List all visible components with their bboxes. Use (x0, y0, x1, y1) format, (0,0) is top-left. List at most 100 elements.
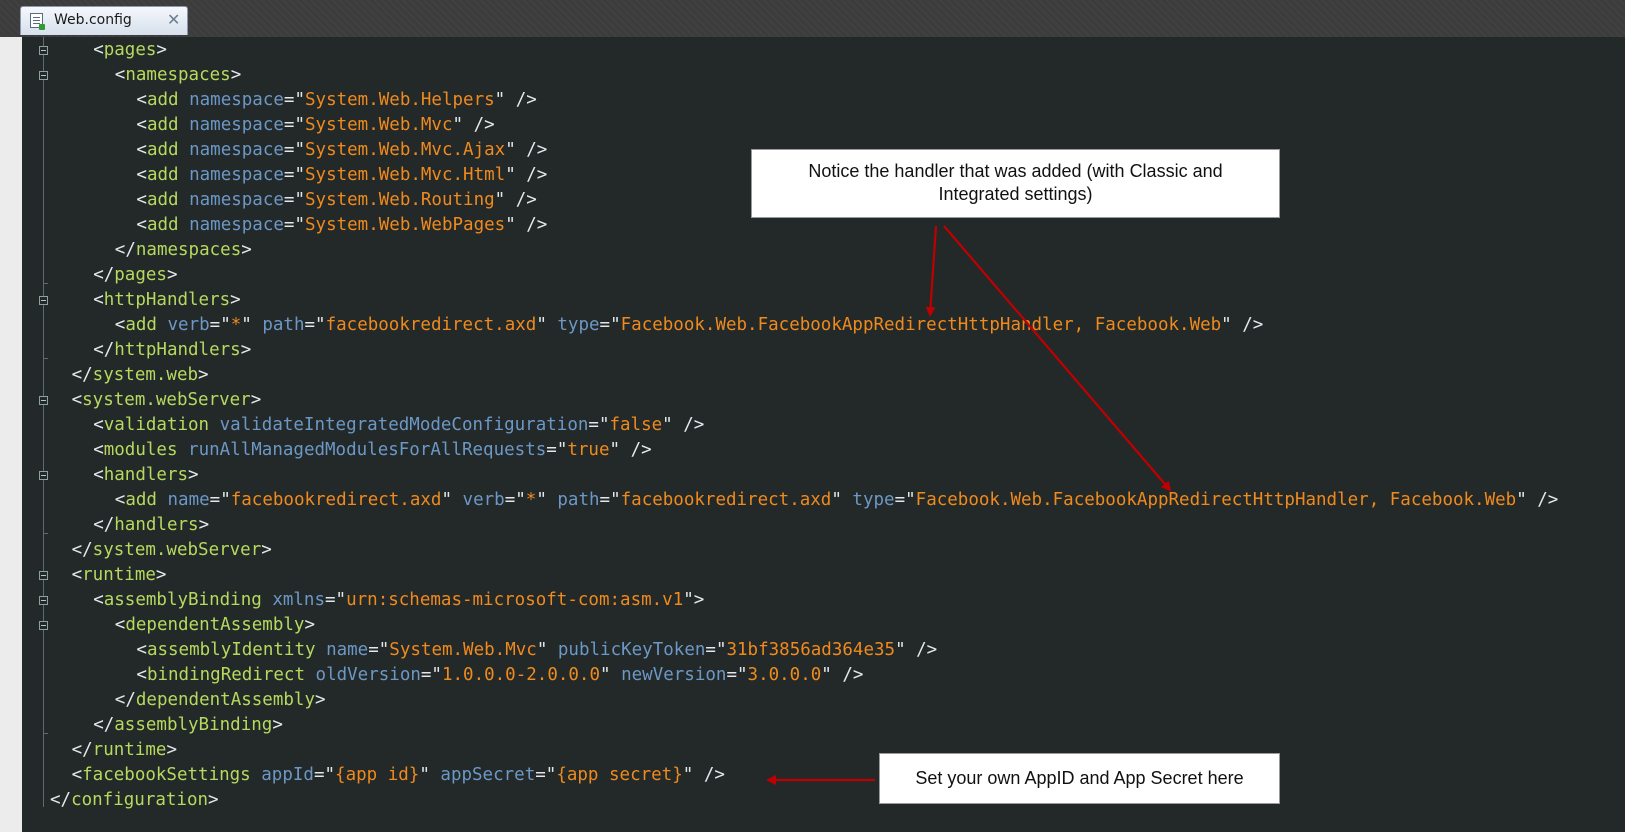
code-line: </runtime> (72, 738, 177, 763)
code-token: =" (726, 665, 748, 685)
code-token: false (609, 415, 663, 435)
fold-toggle-icon[interactable] (39, 621, 48, 630)
code-token: " /> (821, 665, 864, 685)
code-token: > (166, 265, 178, 285)
code-token: > (188, 465, 199, 485)
code-token: assemblyBinding (103, 590, 262, 610)
code-token: " (536, 315, 558, 335)
code-token: > (315, 690, 326, 710)
code-token: > (198, 365, 209, 385)
code-token: > (166, 740, 177, 760)
fold-toggle-icon[interactable] (39, 71, 48, 80)
code-token: facebookSettings (82, 765, 251, 785)
code-token: Facebook.Web.FacebookAppRedirectHttpHand… (915, 490, 1517, 510)
fold-end-mark (43, 733, 48, 734)
code-token: namespace (189, 140, 284, 160)
code-token: handlers (114, 515, 199, 535)
code-token: {app id} (335, 765, 420, 785)
fold-toggle-icon[interactable] (39, 471, 48, 480)
code-token: add (146, 215, 179, 235)
code-token: dependentAssembly (125, 615, 305, 635)
code-line: <add namespace="System.Web.Mvc" /> (136, 113, 494, 138)
code-token: < (93, 290, 104, 310)
code-line: </system.webServer> (72, 538, 272, 563)
fold-toggle-icon[interactable] (39, 46, 48, 55)
fold-end-mark (43, 358, 48, 359)
appid-callout-text: Set your own AppID and App Secret here (915, 768, 1244, 788)
fold-guide-line (43, 37, 44, 807)
code-token: System.Web.Mvc.Ajax (305, 140, 506, 160)
code-token: System.Web.WebPages (305, 215, 506, 235)
code-line: <httpHandlers> (93, 288, 241, 313)
code-token: httpHandlers (114, 340, 241, 360)
code-token: " /> (505, 215, 548, 235)
fold-gutter (22, 37, 50, 832)
code-token: </ (93, 265, 115, 285)
code-token: validateIntegratedModeConfiguration (219, 415, 589, 435)
code-token: configuration (71, 790, 209, 810)
code-token: dependentAssembly (135, 690, 315, 710)
code-token: </ (71, 365, 93, 385)
code-token: validation (103, 415, 210, 435)
code-token: > (250, 390, 262, 410)
close-icon[interactable]: ✕ (167, 10, 180, 29)
code-token: " /> (895, 640, 938, 660)
code-token: " /> (1221, 315, 1264, 335)
code-token: "> (683, 590, 705, 610)
code-line: <add namespace="System.Web.Helpers" /> (136, 88, 536, 113)
code-line: <validation validateIntegratedModeConfig… (93, 413, 704, 438)
fold-toggle-icon[interactable] (39, 571, 48, 580)
code-line: <dependentAssembly> (115, 613, 315, 638)
code-line: <namespaces> (115, 63, 241, 88)
code-token: " (419, 765, 441, 785)
code-token: > (155, 565, 167, 585)
code-token: </ (71, 540, 93, 560)
code-token: namespaces (135, 240, 242, 260)
code-line: <modules runAllManagedModulesForAllReque… (93, 438, 651, 463)
code-token: < (114, 315, 126, 335)
code-token: =" (209, 315, 231, 335)
code-token: {app secret} (556, 765, 683, 785)
code-line: <system.webServer> (72, 388, 262, 413)
tab-web-config[interactable]: Web.config ✕ (20, 6, 188, 35)
code-token: =" (705, 640, 727, 660)
fold-toggle-icon[interactable] (39, 596, 48, 605)
appid-callout: Set your own AppID and App Secret here (879, 753, 1280, 804)
code-token: < (93, 40, 104, 60)
code-token: < (136, 90, 147, 110)
code-token: =" (535, 765, 557, 785)
code-token: < (93, 465, 104, 485)
fold-toggle-icon[interactable] (39, 396, 48, 405)
code-token: </ (71, 740, 93, 760)
code-token: < (136, 140, 147, 160)
code-token: bindingRedirect (146, 665, 305, 685)
code-token: path (262, 315, 305, 335)
code-token: xmlns (272, 590, 326, 610)
fold-toggle-icon[interactable] (39, 296, 48, 305)
code-line: </system.web> (72, 363, 209, 388)
code-token: oldVersion (315, 665, 421, 685)
code-token: > (304, 615, 316, 635)
code-token: =" (368, 640, 390, 660)
code-token: " /> (494, 190, 537, 210)
code-line: <assemblyBinding xmlns="urn:schemas-micr… (93, 588, 704, 613)
code-token: modules (103, 440, 178, 460)
config-file-icon (30, 13, 45, 30)
code-line: </httpHandlers> (93, 338, 251, 363)
code-line: </pages> (93, 263, 177, 288)
code-line: </dependentAssembly> (115, 688, 326, 713)
code-token: assemblyIdentity (146, 640, 316, 660)
code-token: * (525, 490, 537, 510)
code-token: < (71, 765, 83, 785)
code-token: < (93, 440, 104, 460)
code-token: pages (103, 40, 157, 60)
code-line: <pages> (93, 38, 167, 63)
code-line: <runtime> (72, 563, 167, 588)
code-line: </namespaces> (115, 238, 252, 263)
